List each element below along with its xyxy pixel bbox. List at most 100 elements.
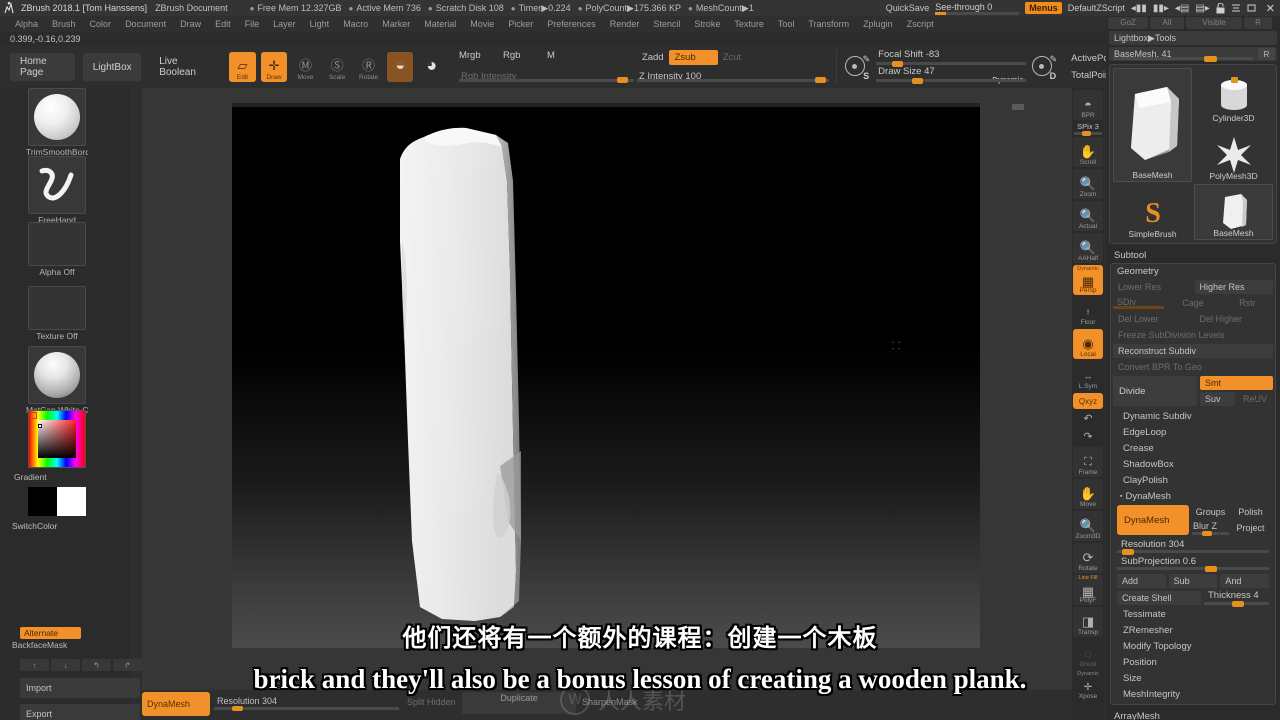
geometry-section-title[interactable]: Geometry (1117, 266, 1273, 277)
primary-color-swatch[interactable] (28, 487, 57, 516)
higher-res-button[interactable]: Higher Res (1194, 280, 1273, 294)
local-button[interactable]: ◉ Local (1073, 329, 1103, 359)
polyframe-button[interactable]: Line Fill ▦ PolyF (1073, 575, 1103, 605)
spix-slider[interactable]: SPix 3 (1073, 122, 1103, 136)
resolution-knob[interactable] (1122, 549, 1134, 555)
divide-button[interactable]: Divide (1113, 376, 1197, 406)
cage-button[interactable]: Cage (1167, 296, 1218, 310)
basemesh-r-button[interactable]: R (1258, 48, 1275, 60)
lightbox-tools-bar[interactable]: Lightbox▶Tools (1109, 31, 1277, 45)
menu-item-brush[interactable]: Brush (45, 19, 83, 29)
canvas-area[interactable]: ⸬ (142, 88, 1072, 698)
bottom-dynamesh-button[interactable]: DynaMesh (142, 692, 210, 716)
gradient-label[interactable]: Gradient (14, 472, 47, 482)
suv-button[interactable]: Suv (1200, 392, 1235, 406)
move-view-button[interactable]: ✋ Move (1073, 479, 1103, 509)
close-icon[interactable]: ✕ (1263, 2, 1278, 15)
document-viewport[interactable]: ⸬ (232, 103, 1024, 648)
goz-all-button[interactable]: All (1150, 16, 1184, 29)
resolution-slider[interactable]: Resolution 304 (1117, 539, 1269, 555)
floor-button[interactable]: ⟊ Floor (1073, 297, 1103, 327)
menu-item-picker[interactable]: Picker (501, 19, 540, 29)
maximize-icon[interactable] (1247, 3, 1257, 13)
scroll-button[interactable]: ✋ Scroll (1073, 137, 1103, 167)
lower-res-button[interactable]: Lower Res (1113, 280, 1192, 294)
arraymesh-section[interactable]: ArrayMesh (1114, 711, 1280, 720)
reuv-button[interactable]: ReUV (1238, 392, 1273, 406)
duplicate-button[interactable]: Duplicate (462, 692, 576, 714)
menu-item-stroke[interactable]: Stroke (687, 19, 727, 29)
current-material-swatch[interactable]: ◕ (418, 52, 445, 82)
subprojection-knob[interactable] (1205, 566, 1217, 572)
zscript-label[interactable]: DefaultZScript (1068, 3, 1125, 13)
draw-size-slider[interactable]: Draw Size 47 Dynamic (876, 66, 1027, 84)
switchcolor-button[interactable]: SwitchColor (12, 516, 57, 534)
groups-button[interactable]: Groups (1192, 505, 1229, 519)
del-lower-button[interactable]: Del Lower (1113, 312, 1192, 326)
prev-arrows-icon[interactable]: ◂▮▮ (1131, 3, 1147, 14)
edgeloop-item[interactable]: EdgeLoop (1117, 424, 1269, 440)
window-left-icon[interactable]: ◂▤ (1175, 3, 1189, 14)
menu-item-marker[interactable]: Marker (375, 19, 417, 29)
convert-bpr-button[interactable]: Convert BPR To Geo (1113, 360, 1273, 374)
tool-cell-basemesh-large[interactable]: BaseMesh (1113, 68, 1192, 182)
sdiv-slider[interactable]: SDiv (1113, 296, 1165, 310)
dynamic-subdiv-item[interactable]: Dynamic Subdiv (1117, 408, 1269, 424)
texture-palette-cell[interactable]: Texture Off (28, 286, 86, 341)
focal-shift-slider[interactable]: Focal Shift -83 (876, 49, 1027, 67)
move-button[interactable]: Ⓜ Move (292, 52, 319, 82)
tool-cell-cylinder3d[interactable]: Cylinder3D (1194, 68, 1273, 124)
blur-slider[interactable]: Blur Z (1192, 521, 1229, 536)
del-higher-button[interactable]: Del Higher (1195, 312, 1274, 326)
rgb-intensity-slider[interactable]: Rgb Intensity (458, 71, 634, 83)
tool-cell-polymesh3d[interactable]: PolyMesh3D (1194, 126, 1273, 182)
z-intensity-knob[interactable] (814, 77, 826, 83)
zoom3d-button[interactable]: 🔍 Zoom3D (1073, 511, 1103, 541)
menu-item-material[interactable]: Material (417, 19, 463, 29)
menu-item-layer[interactable]: Layer (266, 19, 303, 29)
menu-item-transform[interactable]: Transform (801, 19, 856, 29)
rotate-view-button[interactable]: ⟳ Rotate (1073, 543, 1103, 573)
and-button[interactable]: And (1220, 574, 1270, 588)
menu-item-draw[interactable]: Draw (173, 19, 208, 29)
menu-item-alpha[interactable]: Alpha (8, 19, 45, 29)
quicksave-button[interactable]: QuickSave (886, 3, 930, 13)
subprojection-slider[interactable]: SubProjection 0.6 (1117, 556, 1269, 572)
shadowbox-item[interactable]: ShadowBox (1117, 456, 1269, 472)
home-page-button[interactable]: Home Page (10, 53, 76, 81)
redo-history-button[interactable]: ↷ (1073, 429, 1103, 445)
frame-button[interactable]: ⛶ Frame (1073, 447, 1103, 477)
material-palette-cell[interactable]: MatCap White C (26, 346, 88, 415)
bpr-button[interactable]: ◓ BPR (1073, 90, 1103, 120)
export-button[interactable]: Export (20, 704, 140, 720)
menu-item-zscript[interactable]: Zscript (900, 19, 941, 29)
spix-knob[interactable] (1082, 131, 1091, 136)
zcut-button[interactable]: Zcut (718, 50, 746, 65)
viewport-scroll-nub[interactable] (1012, 104, 1024, 110)
menu-item-stencil[interactable]: Stencil (646, 19, 687, 29)
claypolish-item[interactable]: ClayPolish (1117, 472, 1269, 488)
reconstruct-subdiv-button[interactable]: Reconstruct Subdiv (1113, 344, 1273, 358)
draw-button[interactable]: ✛ Draw (260, 52, 288, 82)
subtool-section-title[interactable]: Subtool (1114, 250, 1280, 261)
sculpted-brick-mesh[interactable] (380, 121, 565, 629)
minimize-icon[interactable] (1231, 3, 1241, 13)
lock-icon[interactable] (1216, 2, 1225, 14)
menus-button[interactable]: Menus (1025, 2, 1062, 14)
bottom-resolution-knob[interactable] (232, 706, 243, 711)
menu-item-render[interactable]: Render (603, 19, 647, 29)
dynamic-picker-button[interactable]: ✎ D (1031, 54, 1057, 81)
bottom-resolution-slider[interactable]: Resolution 304 (214, 696, 399, 711)
menu-item-light[interactable]: Light (303, 19, 337, 29)
see-through-slider[interactable]: See-through 0 (935, 2, 1020, 15)
add-button[interactable]: Add (1117, 574, 1166, 588)
zoom-button[interactable]: 🔍 Zoom (1073, 169, 1103, 199)
menu-item-preferences[interactable]: Preferences (540, 19, 603, 29)
project-button[interactable]: Project (1232, 521, 1269, 535)
smt-button[interactable]: Smt (1200, 376, 1273, 390)
menu-item-zplugin[interactable]: Zplugin (856, 19, 900, 29)
mrgb-button[interactable]: Mrgb (459, 50, 503, 61)
edit-button[interactable]: ▱ Edit (229, 52, 256, 82)
window-right-icon[interactable]: ▤▸ (1195, 3, 1209, 14)
stroke-picker-button[interactable]: ✎ S (844, 54, 870, 81)
